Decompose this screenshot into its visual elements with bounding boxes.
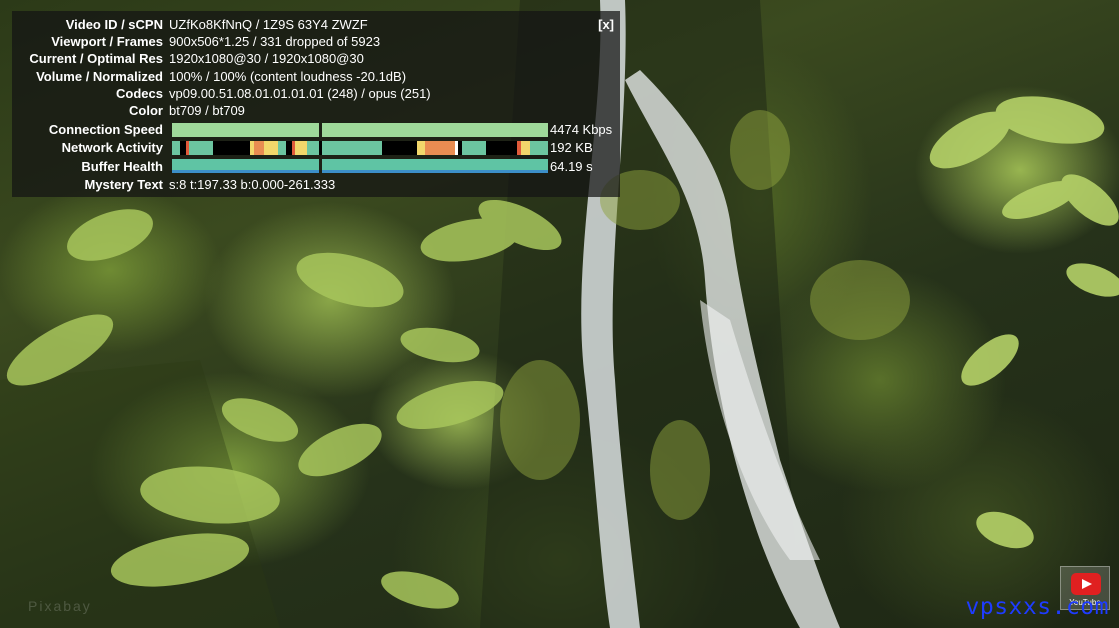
stat-value: 1920x1080@30 / 1920x1080@30 <box>169 51 364 67</box>
stat-label: Volume / Normalized <box>36 68 163 84</box>
stat-label: Video ID / sCPN <box>65 17 163 32</box>
stat-value: 900x506*1.25 / 331 dropped of 5923 <box>169 34 381 50</box>
stat-value: UZfKo8KfNnQ / 1Z9S 63Y4 ZWZF <box>169 17 368 32</box>
stat-row-resolution: Current / Optimal Res 1920x1080@30 / 192… <box>12 50 620 67</box>
site-watermark: vpsxxs.com <box>965 594 1109 620</box>
stats-for-nerds-panel: [x] Video ID / sCPN UZfKo8KfNnQ / 1Z9S 6… <box>12 11 620 197</box>
stat-label: Viewport / Frames <box>51 34 163 50</box>
stat-label: Color <box>129 102 163 118</box>
stat-row-connection-speed: Connection Speed 4474 Kbps <box>12 121 620 138</box>
stat-row-codecs: Codecs vp09.00.51.08.01.01.01.01 (248) /… <box>12 85 620 102</box>
stat-label: Mystery Text <box>84 176 163 192</box>
faint-watermark-text: Pixabay <box>28 598 92 614</box>
stat-row-mystery-text: Mystery Text s:8 t:197.33 b:0.000-261.33… <box>12 176 620 193</box>
connection-bar-segment <box>322 122 548 137</box>
stat-value: bt709 / bt709 <box>169 102 245 118</box>
network-activity-graph <box>172 140 548 155</box>
connection-bar-segment <box>172 122 319 137</box>
stat-row-viewport: Viewport / Frames 900x506*1.25 / 331 dro… <box>12 33 620 50</box>
connection-speed-graph <box>172 122 548 137</box>
stat-value: s:8 t:197.33 b:0.000-261.333 <box>169 176 336 192</box>
stat-label: Codecs <box>116 85 163 101</box>
stat-value: vp09.00.51.08.01.01.01.01 (248) / opus (… <box>169 85 431 101</box>
stat-row-buffer-health: Buffer Health 64.19 s <box>12 158 620 175</box>
stat-row-color: Color bt709 / bt709 <box>12 102 620 119</box>
stat-label: Current / Optimal Res <box>29 51 163 67</box>
network-activity-value: 192 KB <box>550 140 593 156</box>
stat-row-volume: Volume / Normalized 100% / 100% (content… <box>12 68 620 85</box>
stat-label: Buffer Health <box>81 158 163 174</box>
video-player[interactable]: Pixabay [x] Video ID / sCPN UZfKo8KfNnQ … <box>0 0 1119 628</box>
play-icon <box>1071 573 1101 595</box>
connection-speed-value: 4474 Kbps <box>550 122 613 138</box>
stat-row-video-id: Video ID / sCPN UZfKo8KfNnQ / 1Z9S 63Y4 … <box>12 16 620 33</box>
stat-label: Network Activity <box>61 140 163 156</box>
buffer-health-graph <box>172 159 548 174</box>
stat-label: Connection Speed <box>48 122 163 138</box>
close-stats-button[interactable]: [x] <box>598 16 614 33</box>
stat-value: 100% / 100% (content loudness -20.1dB) <box>169 68 407 84</box>
stat-row-network-activity: Network Activity 192 KB <box>12 139 620 156</box>
buffer-health-value: 64.19 s <box>550 158 593 174</box>
